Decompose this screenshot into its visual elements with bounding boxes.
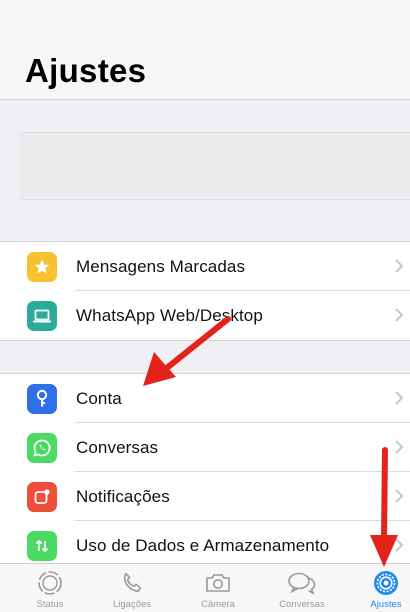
laptop-icon <box>27 301 57 331</box>
chevron-right-icon <box>395 259 404 273</box>
chevron-right-icon <box>395 538 404 552</box>
tab-settings[interactable]: Ajustes <box>345 564 410 612</box>
chevron-right-icon <box>395 391 404 405</box>
chevron-right-icon <box>395 489 404 503</box>
tab-calls-label: Ligações <box>112 599 152 610</box>
tab-chats[interactable]: Conversas <box>261 564 343 612</box>
notifications-row[interactable]: Notificações <box>0 472 410 521</box>
tab-bar: Status Ligações Câmera Conversas Ajustes <box>0 563 410 612</box>
chats-row[interactable]: Conversas <box>0 423 410 472</box>
tab-status[interactable]: Status <box>9 564 91 612</box>
star-icon <box>27 252 57 282</box>
settings-group: Conta Conversas Notificações Uso de Dado… <box>0 373 410 571</box>
starred-messages-row[interactable]: Mensagens Marcadas <box>0 242 410 291</box>
tab-camera-label: Câmera <box>201 599 235 610</box>
key-icon <box>27 384 57 414</box>
whatsapp-web-label: WhatsApp Web/Desktop <box>76 305 263 325</box>
starred-web-group: Mensagens Marcadas WhatsApp Web/Desktop <box>0 241 410 341</box>
whatsapp-icon <box>27 433 57 463</box>
page-title: Ajustes <box>25 52 147 89</box>
data-arrows-icon <box>27 531 57 561</box>
chevron-right-icon <box>395 308 404 322</box>
navigation-header: Ajustes <box>0 0 410 100</box>
profile-card[interactable] <box>20 132 410 200</box>
gear-icon <box>374 571 398 595</box>
tab-calls[interactable]: Ligações <box>91 564 173 612</box>
account-row[interactable]: Conta <box>0 374 410 423</box>
notification-icon <box>27 482 57 512</box>
starred-messages-label: Mensagens Marcadas <box>76 256 246 276</box>
tab-chats-label: Conversas <box>279 599 325 610</box>
camera-icon <box>206 574 230 592</box>
tab-settings-label: Ajustes <box>370 599 402 610</box>
tab-camera[interactable]: Câmera <box>177 564 259 612</box>
chevron-right-icon <box>395 440 404 454</box>
data-storage-label: Uso de Dados e Armazenamento <box>76 535 330 555</box>
chat-bubbles-icon <box>288 572 316 595</box>
whatsapp-web-row[interactable]: WhatsApp Web/Desktop <box>0 291 410 340</box>
phone-icon <box>123 572 142 593</box>
tab-status-label: Status <box>36 599 64 610</box>
chats-label: Conversas <box>76 437 159 457</box>
status-icon <box>38 571 62 595</box>
account-label: Conta <box>76 388 122 408</box>
notifications-label: Notificações <box>76 486 170 506</box>
